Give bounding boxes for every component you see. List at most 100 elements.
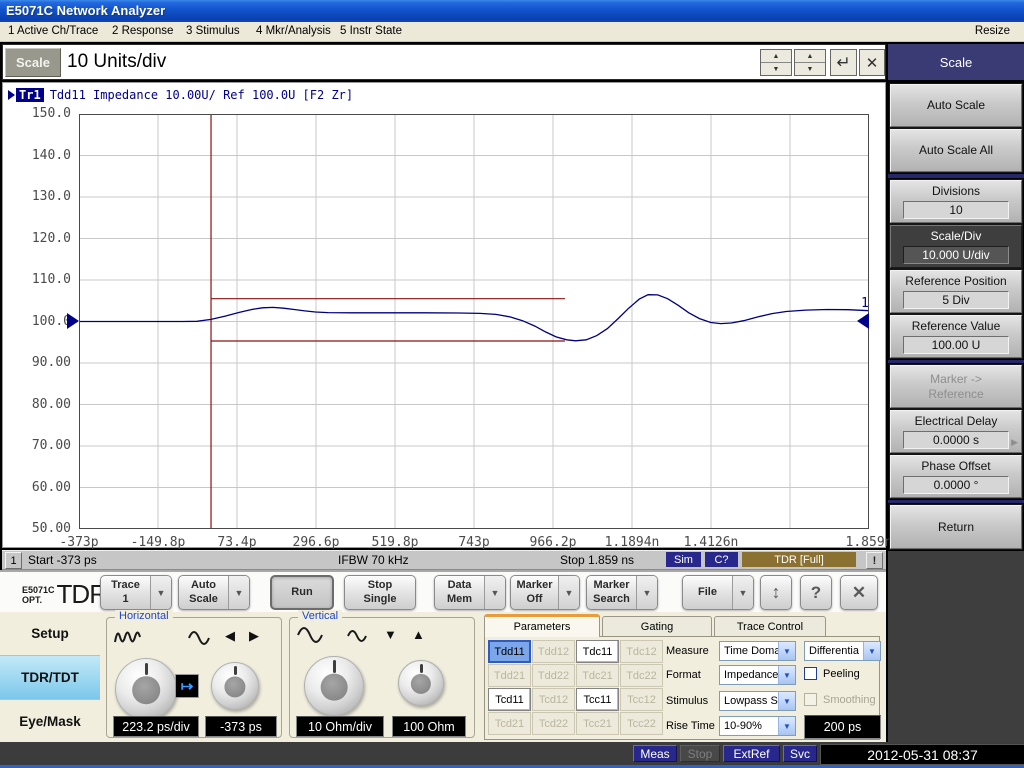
mode-dropdown[interactable]: Differentia ▼ xyxy=(804,641,881,661)
trace-window: Tr1 Tdd11 Impedance 10.00U/ Ref 100.0U [… xyxy=(2,82,886,548)
combo-arrow-icon[interactable]: ▼ xyxy=(778,642,795,660)
softkey-scale-div[interactable]: Scale/Div 10.000 U/div xyxy=(890,225,1022,268)
move-toolbar-icon[interactable]: ↕ xyxy=(760,575,792,610)
softkey-electrical-delay[interactable]: Electrical Delay 0.0000 s ▶ xyxy=(890,410,1022,453)
softkey-auto-scale-all[interactable]: Auto Scale All xyxy=(890,129,1022,172)
spinner-down-icon[interactable]: ▼ xyxy=(761,63,791,75)
y-axis-tick-label: 60.00 xyxy=(13,480,71,495)
combo-arrow-icon[interactable]: ▼ xyxy=(778,666,795,684)
x-axis-tick-label: 519.8p xyxy=(372,535,419,550)
tab-trace-control[interactable]: Trace Control xyxy=(714,616,826,636)
param-button-tdd21: Tdd21 xyxy=(488,664,531,687)
dropdown-arrow-icon[interactable]: ▼ xyxy=(228,576,249,609)
dropdown-arrow-icon[interactable]: ▼ xyxy=(636,576,657,609)
x-axis-tick-label: -373p xyxy=(59,535,98,550)
dropdown-arrow-icon[interactable]: ▼ xyxy=(484,576,505,609)
horizontal-scale-knob[interactable] xyxy=(115,658,177,720)
y-axis-labels: 150.0140.0130.0120.0110.0100.090.0080.00… xyxy=(13,114,71,529)
menu-item-resize[interactable]: Resize xyxy=(975,25,1010,37)
menu-item-instr-state[interactable]: 5 Instr State xyxy=(340,25,402,37)
vertical-position-knob[interactable] xyxy=(398,660,444,706)
enter-icon[interactable]: ↵ xyxy=(830,49,857,76)
checkbox-icon[interactable] xyxy=(804,667,817,680)
param-button-tdc11[interactable]: Tdc11 xyxy=(576,640,619,663)
format-dropdown[interactable]: Impedance ▼ xyxy=(719,665,796,685)
softkey-marker-to-reference: Marker -> Reference xyxy=(890,365,1022,408)
softkey-return[interactable]: Return xyxy=(890,505,1022,549)
close-toolbar-icon[interactable]: ✕ xyxy=(840,575,878,610)
scale-entry-field[interactable]: 10 Units/div xyxy=(67,45,166,79)
spinner-down-icon[interactable]: ▼ xyxy=(795,63,825,75)
combo-arrow-icon[interactable]: ▼ xyxy=(778,717,795,735)
combo-arrow-icon[interactable]: ▼ xyxy=(863,642,880,660)
spinner-up-icon[interactable]: ▲ xyxy=(761,50,791,63)
extref-status: ExtRef xyxy=(723,745,780,762)
level-up-icon[interactable]: ▲ xyxy=(412,627,425,642)
trace-number-badge: Tr1 xyxy=(16,88,44,102)
dropdown-arrow-icon[interactable]: ▼ xyxy=(732,576,753,609)
dropdown-arrow-icon[interactable]: ▼ xyxy=(150,576,171,609)
marker-to-start-icon[interactable]: ↦ xyxy=(175,674,199,698)
coarse-spinner: ▲ ▼ xyxy=(760,49,792,76)
rise-time-dropdown[interactable]: 10-90% ▼ xyxy=(719,716,796,736)
combo-arrow-icon[interactable]: ▼ xyxy=(778,692,795,710)
entry-label: Scale xyxy=(5,48,61,77)
level-down-icon[interactable]: ▼ xyxy=(384,627,397,642)
x-axis-tick-label: 743p xyxy=(458,535,489,550)
horizontal-position-knob[interactable] xyxy=(211,662,259,710)
vertical-scale-display: 10 Ohm/div xyxy=(296,716,384,737)
format-label: Format xyxy=(666,669,701,681)
softkey-phase-offset[interactable]: Phase Offset 0.0000 ° xyxy=(890,455,1022,498)
horizontal-group: Horizontal ◀ ▶ ↦ 223.2 ps/div -373 ps xyxy=(106,617,282,738)
param-button-tdd11[interactable]: Tdd11 xyxy=(488,640,531,663)
vertical-group-title: Vertical xyxy=(298,610,342,622)
softkey-reference-value[interactable]: Reference Value 100.00 U xyxy=(890,315,1022,358)
menu-eye-mask[interactable]: Eye/Mask xyxy=(0,700,100,744)
run-button[interactable]: Run xyxy=(270,575,334,610)
peeling-checkbox[interactable]: Peeling xyxy=(804,667,860,680)
position-left-icon[interactable]: ◀ xyxy=(225,628,235,644)
param-button-tcd11[interactable]: Tcd11 xyxy=(488,688,531,711)
stimulus-dropdown[interactable]: Lowpass S ▼ xyxy=(719,691,796,711)
tab-gating[interactable]: Gating xyxy=(602,616,712,636)
softkey-auto-scale[interactable]: Auto Scale xyxy=(890,84,1022,127)
position-right-icon[interactable]: ▶ xyxy=(249,628,259,644)
softkey-reference-position[interactable]: Reference Position 5 Div xyxy=(890,270,1022,313)
horizontal-position-display: -373 ps xyxy=(205,716,277,737)
data-mem-button[interactable]: DataMem ▼ xyxy=(434,575,506,610)
coarse-scale-wave-icon xyxy=(187,630,211,646)
stop-single-button[interactable]: StopSingle xyxy=(344,575,416,610)
menu-bar: 1 Active Ch/Trace 2 Response 3 Stimulus … xyxy=(0,22,1024,42)
file-button[interactable]: File ▼ xyxy=(682,575,754,610)
marker-off-button[interactable]: MarkerOff ▼ xyxy=(510,575,580,610)
param-button-tdc22: Tdc22 xyxy=(620,664,663,687)
menu-item-active-ch-trace[interactable]: 1 Active Ch/Trace xyxy=(8,25,98,37)
menu-item-stimulus[interactable]: 3 Stimulus xyxy=(186,25,240,37)
param-button-tcc11[interactable]: Tcc11 xyxy=(576,688,619,711)
auto-scale-button[interactable]: AutoScale ▼ xyxy=(178,575,250,610)
x-axis-tick-label: -149.8p xyxy=(131,535,186,550)
measure-label: Measure xyxy=(666,645,709,657)
help-icon[interactable]: ? xyxy=(800,575,832,610)
marker-search-button[interactable]: MarkerSearch ▼ xyxy=(586,575,658,610)
menu-item-response[interactable]: 2 Response xyxy=(112,25,173,37)
trace-select-button[interactable]: Trace1 ▼ xyxy=(100,575,172,610)
softkey-filler xyxy=(888,551,1024,742)
menu-item-mkr-analysis[interactable]: 4 Mkr/Analysis xyxy=(256,25,331,37)
dropdown-arrow-icon[interactable]: ▼ xyxy=(558,576,579,609)
logo-opt: OPT. xyxy=(22,595,55,605)
tab-parameters[interactable]: Parameters xyxy=(484,614,600,637)
close-icon[interactable]: ✕ xyxy=(859,49,885,76)
vertical-scale-knob[interactable] xyxy=(304,656,364,716)
spinner-up-icon[interactable]: ▲ xyxy=(795,50,825,63)
sweep-stop: Stop 1.859 ns xyxy=(560,553,634,567)
y-axis-tick-label: 130.0 xyxy=(13,189,71,204)
correction-badge: C? xyxy=(705,552,738,567)
measure-dropdown[interactable]: Time Doma ▼ xyxy=(719,641,796,661)
softkey-divisions[interactable]: Divisions 10 xyxy=(890,180,1022,223)
param-button-tdc12: Tdc12 xyxy=(620,640,663,663)
large-wave-icon xyxy=(296,626,324,644)
menu-setup[interactable]: Setup xyxy=(0,612,100,656)
menu-tdr-tdt[interactable]: TDR/TDT xyxy=(0,656,100,700)
x-axis-tick-label: 296.6p xyxy=(293,535,340,550)
